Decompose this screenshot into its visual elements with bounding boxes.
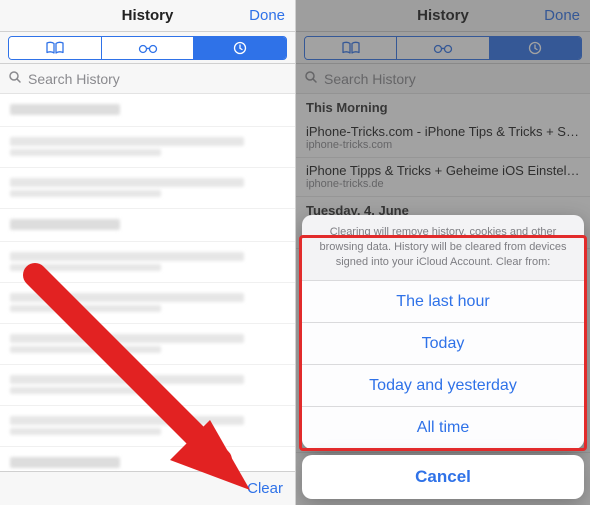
navbar: History Done: [0, 0, 295, 32]
glasses-icon: [136, 42, 160, 54]
navbar: History Done: [296, 0, 590, 32]
glasses-icon: [431, 42, 455, 54]
search-input[interactable]: [28, 71, 287, 87]
history-screen-action-sheet: History Done: [295, 0, 590, 505]
tab-bookmarks[interactable]: [305, 37, 396, 59]
tab-history[interactable]: [193, 37, 286, 59]
tabs-bar: [0, 32, 295, 64]
book-icon: [45, 41, 65, 55]
history-list-blurred: [0, 94, 295, 471]
segmented-control: [304, 36, 582, 60]
done-button[interactable]: Done: [544, 7, 580, 24]
history-screen-before: History Done: [0, 0, 295, 505]
book-icon: [341, 41, 361, 55]
row-subtitle: iphone-tricks.de: [306, 178, 580, 190]
clear-button[interactable]: Clear: [247, 480, 283, 497]
history-row[interactable]: iPhone-Tricks.com - iPhone Tips & Tricks…: [296, 119, 590, 158]
clear-option-today[interactable]: Today: [302, 323, 584, 365]
tab-reading-list[interactable]: [396, 37, 488, 59]
search-input[interactable]: [324, 71, 582, 87]
page-title: History: [417, 7, 469, 24]
sheet-message: Clearing will remove history, cookies an…: [302, 215, 584, 281]
cancel-button[interactable]: Cancel: [302, 455, 584, 499]
bottom-toolbar: Clear: [0, 471, 295, 505]
clear-option-all-time[interactable]: All time: [302, 407, 584, 449]
segmented-control: [8, 36, 287, 60]
tab-bookmarks[interactable]: [9, 37, 101, 59]
done-button[interactable]: Done: [249, 7, 285, 24]
clock-icon: [233, 41, 247, 55]
tabs-bar: [296, 32, 590, 64]
clear-history-action-sheet: Clearing will remove history, cookies an…: [302, 215, 584, 499]
search-bar[interactable]: [296, 64, 590, 94]
page-title: History: [122, 7, 174, 24]
history-row[interactable]: iPhone Tipps & Tricks + Geheime iOS Eins…: [296, 158, 590, 197]
tab-reading-list[interactable]: [101, 37, 194, 59]
tab-history[interactable]: [489, 37, 581, 59]
search-icon: [8, 70, 22, 87]
clear-option-today-yesterday[interactable]: Today and yesterday: [302, 365, 584, 407]
row-subtitle: iphone-tricks.com: [306, 139, 580, 151]
search-bar[interactable]: [0, 64, 295, 94]
clock-icon: [528, 41, 542, 55]
row-title: iPhone-Tricks.com - iPhone Tips & Tricks…: [306, 124, 580, 139]
search-icon: [304, 70, 318, 87]
section-header: This Morning: [296, 94, 590, 119]
clear-option-last-hour[interactable]: The last hour: [302, 281, 584, 323]
row-title: iPhone Tipps & Tricks + Geheime iOS Eins…: [306, 163, 580, 178]
